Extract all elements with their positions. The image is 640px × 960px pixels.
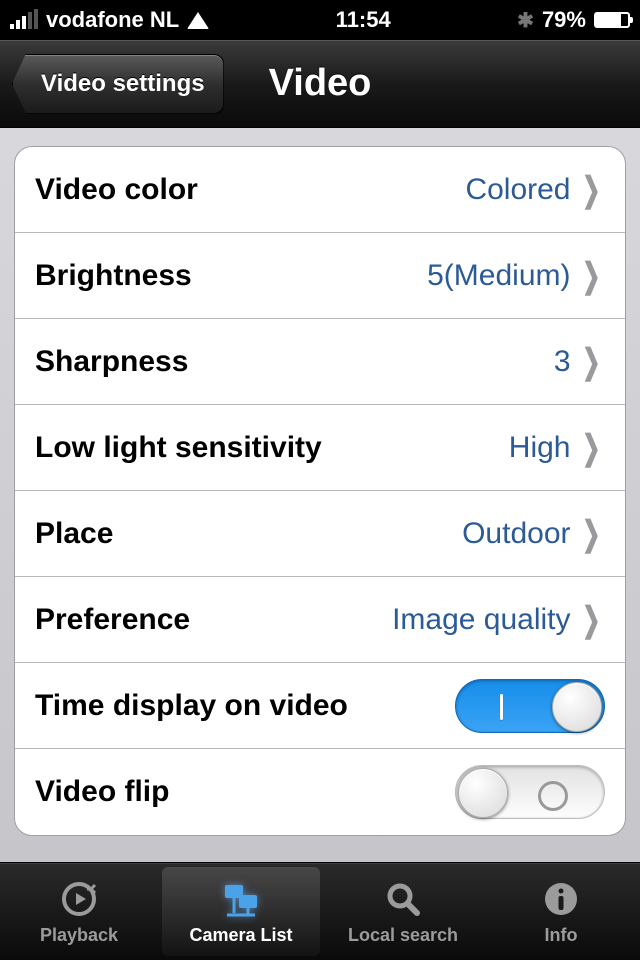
tab-bar: Playback Camera List Local search Info xyxy=(0,862,640,960)
time-display-toggle[interactable] xyxy=(455,679,605,733)
tab-label: Camera List xyxy=(189,925,292,946)
row-value: 5(Medium) xyxy=(427,259,570,293)
battery-icon xyxy=(594,12,630,28)
chevron-right-icon: ❯ xyxy=(581,600,600,640)
video-flip-toggle[interactable] xyxy=(455,765,605,819)
status-bar: vodafone NL 11:54 ✱ 79% xyxy=(0,0,640,40)
toggle-knob xyxy=(458,768,508,818)
back-button-label: Video settings xyxy=(41,70,205,98)
row-label: Video flip xyxy=(35,775,169,809)
battery-pct-label: 79% xyxy=(542,7,586,33)
chevron-right-icon: ❯ xyxy=(581,170,600,210)
row-label: Sharpness xyxy=(35,345,188,379)
page-title: Video xyxy=(269,62,372,105)
row-place[interactable]: Place Outdoor ❯ xyxy=(15,491,625,577)
row-label: Preference xyxy=(35,603,190,637)
camera-list-icon xyxy=(219,877,263,921)
chevron-right-icon: ❯ xyxy=(581,428,600,468)
chevron-right-icon: ❯ xyxy=(581,256,600,296)
row-label: Video color xyxy=(35,173,198,207)
tab-label: Playback xyxy=(40,925,118,946)
row-label: Place xyxy=(35,517,113,551)
row-preference[interactable]: Preference Image quality ❯ xyxy=(15,577,625,663)
row-value: 3 xyxy=(554,345,571,379)
carrier-label: vodafone NL xyxy=(46,7,179,33)
settings-list: Video color Colored ❯ Brightness 5(Mediu… xyxy=(14,146,626,836)
row-low-light-sensitivity[interactable]: Low light sensitivity High ❯ xyxy=(15,405,625,491)
row-value: Outdoor xyxy=(462,517,570,551)
row-label: Time display on video xyxy=(35,689,348,723)
row-value: High xyxy=(509,431,571,465)
tab-info[interactable]: Info xyxy=(482,863,640,960)
clock-label: 11:54 xyxy=(336,7,391,33)
bluetooth-icon: ✱ xyxy=(517,8,534,33)
tab-camera-list[interactable]: Camera List xyxy=(162,867,320,956)
chevron-right-icon: ❯ xyxy=(581,514,600,554)
tab-playback[interactable]: Playback xyxy=(0,863,158,960)
row-value: Image quality xyxy=(392,603,570,637)
wifi-icon xyxy=(187,12,209,29)
chevron-right-icon: ❯ xyxy=(581,342,600,382)
tab-local-search[interactable]: Local search xyxy=(324,863,482,960)
row-video-flip: Video flip xyxy=(15,749,625,835)
info-icon xyxy=(539,877,583,921)
tab-label: Local search xyxy=(348,925,458,946)
signal-icon xyxy=(10,11,38,29)
row-video-color[interactable]: Video color Colored ❯ xyxy=(15,147,625,233)
tab-label: Info xyxy=(545,925,578,946)
search-icon xyxy=(381,877,425,921)
row-label: Brightness xyxy=(35,259,192,293)
row-time-display-on-video: Time display on video xyxy=(15,663,625,749)
content-area: Video color Colored ❯ Brightness 5(Mediu… xyxy=(0,128,640,862)
toggle-knob xyxy=(552,682,602,732)
back-button[interactable]: Video settings xyxy=(12,54,224,114)
row-value: Colored xyxy=(465,173,570,207)
nav-bar: Video settings Video xyxy=(0,40,640,128)
row-label: Low light sensitivity xyxy=(35,431,322,465)
row-brightness[interactable]: Brightness 5(Medium) ❯ xyxy=(15,233,625,319)
playback-icon xyxy=(57,877,101,921)
row-sharpness[interactable]: Sharpness 3 ❯ xyxy=(15,319,625,405)
